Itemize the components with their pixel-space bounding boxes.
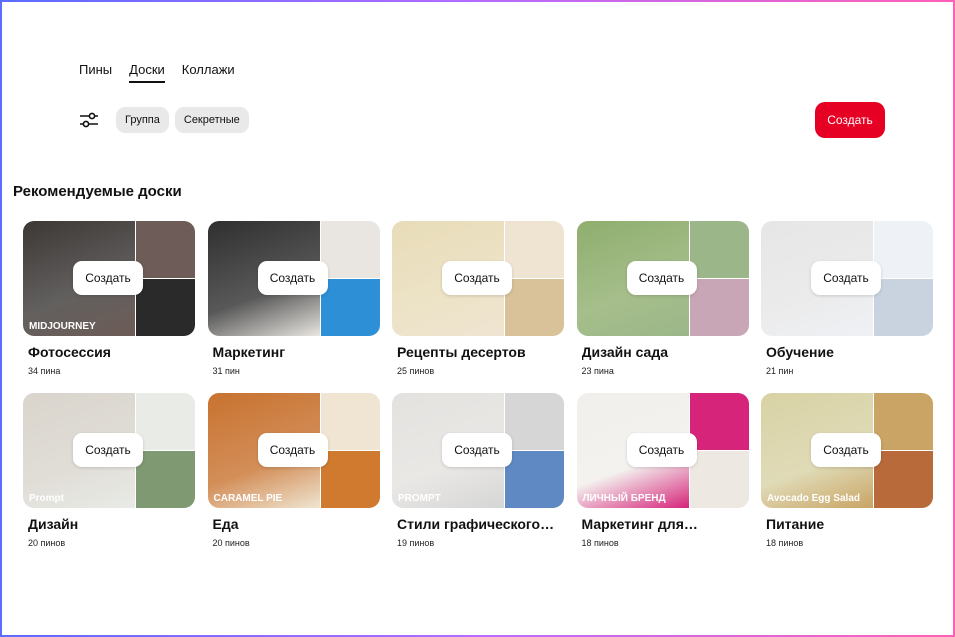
board-cover[interactable]: ЛИЧНЫЙ БРЕНД Создать xyxy=(576,393,749,508)
filter-chip-group[interactable]: Группа xyxy=(116,107,169,133)
filter-chip-secret[interactable]: Секретные xyxy=(174,107,249,133)
board-pin-count: 20 пинов xyxy=(28,538,66,548)
board-pin-count: 31 пин xyxy=(212,366,240,376)
board-pin-count: 19 пинов xyxy=(397,538,435,548)
board-cover[interactable]: Avocado Egg Salad Создать xyxy=(761,393,933,508)
board-title[interactable]: Дизайн xyxy=(28,516,193,532)
board-cover-side-image xyxy=(688,450,749,508)
board-title[interactable]: Маркетинг xyxy=(213,344,378,360)
board-cover-side-image xyxy=(504,393,564,450)
board-cover-side-image xyxy=(873,278,933,336)
board-cover-side-image xyxy=(688,278,749,336)
board-create-button[interactable]: Создать xyxy=(257,433,328,467)
board-cover-side-image xyxy=(504,278,564,336)
board-cover-side-image xyxy=(319,221,380,278)
board-pin-count: 25 пинов xyxy=(397,366,435,376)
board-title[interactable]: Питание xyxy=(766,516,931,532)
board-title[interactable]: Еда xyxy=(213,516,378,532)
board-cover[interactable]: MIDJOURNEY Создать xyxy=(23,221,195,336)
board-card[interactable]: Prompt Создать Дизайн 20 пинов xyxy=(23,393,195,553)
tab-pins[interactable]: Пины xyxy=(79,62,112,83)
board-cover-side-image xyxy=(688,221,749,278)
board-cover-text: MIDJOURNEY xyxy=(29,321,96,332)
board-pin-count: 21 пин xyxy=(766,366,794,376)
board-card[interactable]: Создать Обучение 21 пин xyxy=(761,221,933,393)
board-cover-text: PROMPT xyxy=(398,493,441,504)
board-create-button[interactable]: Создать xyxy=(811,261,881,295)
filter-row: Группа Секретные xyxy=(78,107,249,133)
board-cover-text: Prompt xyxy=(29,493,64,504)
board-cover-text: Avocado Egg Salad xyxy=(767,493,860,504)
board-cover-side-image xyxy=(319,450,380,508)
board-title[interactable]: Стили графического… xyxy=(397,516,562,532)
board-cover-side-image xyxy=(135,450,195,508)
board-card[interactable]: PROMPT Создать Стили графического… 19 пинов xyxy=(392,393,564,553)
board-cover-text: ЛИЧНЫЙ БРЕНД xyxy=(582,493,666,504)
board-card[interactable]: Создать Маркетинг 31 пин xyxy=(207,221,380,393)
board-create-button[interactable]: Создать xyxy=(626,261,697,295)
create-board-button[interactable]: Создать xyxy=(815,102,885,138)
board-cover[interactable]: Создать xyxy=(207,221,380,336)
board-card[interactable]: Создать Дизайн сада 23 пина xyxy=(576,221,749,393)
board-create-button[interactable]: Создать xyxy=(73,433,143,467)
board-cover[interactable]: CARAMEL PIE Создать xyxy=(207,393,380,508)
board-cover-side-image xyxy=(873,450,933,508)
board-create-button[interactable]: Создать xyxy=(811,433,881,467)
board-create-button[interactable]: Создать xyxy=(73,261,143,295)
sliders-icon[interactable] xyxy=(78,109,100,131)
board-tabs: Пины Доски Коллажи xyxy=(79,62,235,83)
board-card[interactable]: Создать Рецепты десертов 25 пинов xyxy=(392,221,564,393)
board-cover-side-image xyxy=(504,450,564,508)
board-cover[interactable]: PROMPT Создать xyxy=(392,393,564,508)
section-title: Рекомендуемые доски xyxy=(13,183,182,200)
board-cover[interactable]: Создать xyxy=(392,221,564,336)
board-cover-side-image xyxy=(319,393,380,450)
board-cover-side-image xyxy=(504,221,564,278)
board-cover-side-image xyxy=(319,278,380,336)
board-create-button[interactable]: Создать xyxy=(257,261,328,295)
board-cover[interactable]: Prompt Создать xyxy=(23,393,195,508)
board-create-button[interactable]: Создать xyxy=(626,433,697,467)
board-card[interactable]: MIDJOURNEY Создать Фотосессия 34 пина xyxy=(23,221,195,393)
board-create-button[interactable]: Создать xyxy=(442,261,512,295)
board-pin-count: 20 пинов xyxy=(212,538,250,548)
board-cover-side-image xyxy=(135,278,195,336)
board-title[interactable]: Обучение xyxy=(766,344,931,360)
board-card[interactable]: Avocado Egg Salad Создать Питание 18 пинов xyxy=(761,393,933,553)
board-title[interactable]: Фотосессия xyxy=(28,344,193,360)
board-cover-side-image xyxy=(135,393,195,450)
tab-collages[interactable]: Коллажи xyxy=(182,62,235,83)
board-cover[interactable]: Создать xyxy=(761,221,933,336)
board-create-button[interactable]: Создать xyxy=(442,433,512,467)
board-cover-side-image xyxy=(873,393,933,450)
board-grid: MIDJOURNEY Создать Фотосессия 34 пина Создат… xyxy=(23,221,933,553)
board-card[interactable]: ЛИЧНЫЙ БРЕНД Создать Маркетинг для… 18 пино… xyxy=(576,393,749,553)
board-title[interactable]: Рецепты десертов xyxy=(397,344,562,360)
board-cover-side-image xyxy=(873,221,933,278)
board-title[interactable]: Дизайн сада xyxy=(582,344,747,360)
board-pin-count: 23 пина xyxy=(581,366,614,376)
board-title[interactable]: Маркетинг для… xyxy=(582,516,747,532)
board-pin-count: 34 пина xyxy=(28,366,61,376)
board-cover[interactable]: Создать xyxy=(576,221,749,336)
tab-boards[interactable]: Доски xyxy=(129,62,165,83)
board-cover-side-image xyxy=(688,393,749,450)
board-card[interactable]: CARAMEL PIE Создать Еда 20 пинов xyxy=(207,393,380,553)
board-pin-count: 18 пинов xyxy=(766,538,804,548)
board-cover-side-image xyxy=(135,221,195,278)
board-cover-text: CARAMEL PIE xyxy=(213,493,283,504)
board-pin-count: 18 пинов xyxy=(581,538,619,548)
